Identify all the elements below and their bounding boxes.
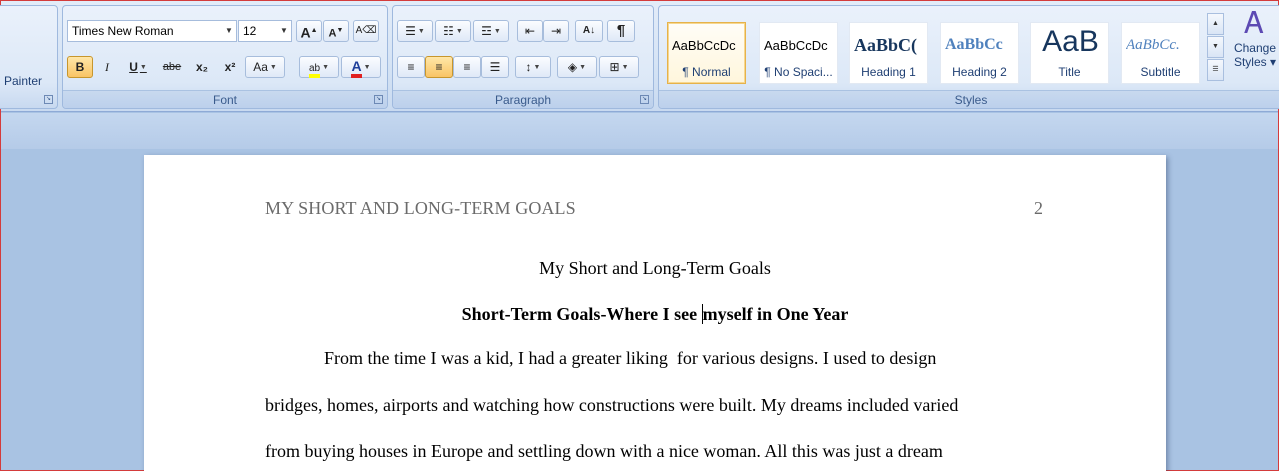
bold-button[interactable]: B bbox=[67, 56, 93, 78]
style-heading-1[interactable]: AaBbC( Heading 1 bbox=[849, 22, 928, 84]
styles-group-label: Styles bbox=[659, 90, 1279, 108]
paragraph-line-1: From the time I was a kid, I had a great… bbox=[324, 348, 937, 368]
font-size-dropdown-icon[interactable]: ▼ bbox=[277, 21, 291, 41]
styles-group: AaBbCcDc ¶ Normal AaBbCcDc ¶ No Spaci...… bbox=[658, 5, 1279, 109]
borders-button[interactable]: ⊞ ▼ bbox=[599, 56, 639, 78]
font-group: Times New Roman ▼ 12 ▼ A▲ A▼ A⌫ B I U ▼ a… bbox=[62, 5, 388, 109]
paragraph-line-2: bridges, homes, airports and watching ho… bbox=[265, 395, 959, 415]
style-no-spacing-preview: AaBbCcDc bbox=[764, 38, 828, 53]
change-styles-label-1: Change bbox=[1233, 41, 1277, 55]
font-color-dropdown-icon[interactable]: ▼ bbox=[364, 64, 371, 71]
font-group-label: Font bbox=[63, 90, 387, 108]
page-number: 2 bbox=[1034, 198, 1043, 218]
styles-scroll-up-icon[interactable]: ▲ bbox=[1207, 13, 1224, 35]
align-center-icon[interactable]: ≡ bbox=[425, 56, 453, 78]
paragraph-line-3: from buying houses in Europe and settlin… bbox=[265, 441, 943, 461]
bullets-button[interactable]: ☰ ▼ bbox=[397, 20, 433, 42]
justify-icon[interactable]: ☰ bbox=[481, 56, 509, 78]
styles-scroll: ▲ ▼ ☰ bbox=[1207, 13, 1224, 83]
font-launcher-icon[interactable]: ↘ bbox=[374, 95, 383, 104]
underline-button[interactable]: U ▼ bbox=[121, 56, 155, 78]
style-subtitle-preview: AaBbCc. bbox=[1126, 37, 1180, 53]
style-normal-name: ¶ Normal bbox=[682, 65, 731, 79]
style-subtitle-name: Subtitle bbox=[1140, 65, 1181, 79]
numbering-dropdown-icon[interactable]: ▼ bbox=[456, 28, 463, 35]
style-heading-2-preview: AaBbCc bbox=[945, 36, 1003, 53]
style-normal[interactable]: AaBbCcDc ¶ Normal bbox=[667, 22, 746, 84]
subscript-button[interactable]: x₂ bbox=[189, 56, 215, 78]
style-no-spacing[interactable]: AaBbCcDc ¶ No Spaci... bbox=[759, 22, 838, 84]
heading-text-before-caret: Short-Term Goals-Where I see bbox=[461, 304, 702, 324]
change-styles-label-2: Styles ▾ bbox=[1233, 55, 1277, 69]
change-styles-icon: Ꭺ bbox=[1244, 7, 1266, 40]
paragraph-group-label: Paragraph bbox=[393, 90, 653, 108]
ribbon: Painter ↘ Times New Roman ▼ 12 ▼ A▲ A▼ A… bbox=[0, 1, 1279, 112]
font-color-icon: A bbox=[351, 58, 362, 78]
highlight-icon: ab bbox=[308, 63, 321, 78]
document-title: My Short and Long-Term Goals bbox=[539, 258, 771, 278]
clipboard-group: Painter ↘ bbox=[0, 5, 58, 109]
style-heading-1-preview: AaBbC( bbox=[854, 35, 918, 55]
show-formatting-button[interactable]: ¶ bbox=[607, 20, 635, 42]
clipboard-launcher-icon[interactable]: ↘ bbox=[44, 95, 53, 104]
style-subtitle[interactable]: AaBbCc. Subtitle bbox=[1121, 22, 1200, 84]
shading-dropdown-icon[interactable]: ▼ bbox=[579, 64, 586, 71]
shrink-font-button[interactable]: A▼ bbox=[323, 20, 349, 42]
font-size-value: 12 bbox=[243, 24, 257, 38]
style-title-preview: AaB bbox=[1042, 25, 1099, 55]
ruler-band bbox=[1, 113, 1278, 149]
numbering-button[interactable]: ☷ ▼ bbox=[435, 20, 471, 42]
heading-text-after-caret: myself in One Year bbox=[702, 304, 849, 324]
font-name-dropdown-icon[interactable]: ▼ bbox=[222, 21, 236, 41]
superscript-button[interactable]: x² bbox=[217, 56, 243, 78]
styles-more-icon[interactable]: ☰ bbox=[1207, 59, 1224, 81]
running-head: MY SHORT AND LONG-TERM GOALS bbox=[265, 198, 576, 218]
sort-button[interactable]: A↓ bbox=[575, 20, 603, 42]
line-spacing-dropdown-icon[interactable]: ▼ bbox=[534, 64, 541, 71]
align-left-icon[interactable]: ≡ bbox=[397, 56, 425, 78]
clear-formatting-icon[interactable]: A⌫ bbox=[353, 20, 379, 42]
highlight-dropdown-icon[interactable]: ▼ bbox=[322, 64, 329, 71]
borders-dropdown-icon[interactable]: ▼ bbox=[622, 64, 629, 71]
align-right-icon[interactable]: ≡ bbox=[453, 56, 481, 78]
style-heading-2-name: Heading 2 bbox=[952, 65, 1007, 79]
font-size-combo[interactable]: 12 ▼ bbox=[238, 20, 292, 42]
font-color-button[interactable]: A ▼ bbox=[341, 56, 381, 78]
style-heading-2[interactable]: AaBbCc Heading 2 bbox=[940, 22, 1019, 84]
multilevel-dropdown-icon[interactable]: ▼ bbox=[494, 28, 501, 35]
change-case-button[interactable]: Aa ▼ bbox=[245, 56, 285, 78]
shading-button[interactable]: ◈ ▼ bbox=[557, 56, 597, 78]
paragraph-launcher-icon[interactable]: ↘ bbox=[640, 95, 649, 104]
style-normal-preview: AaBbCcDc bbox=[672, 38, 736, 53]
highlight-color-button[interactable]: ab ▼ bbox=[299, 56, 339, 78]
style-no-spacing-name: ¶ No Spaci... bbox=[764, 65, 833, 79]
format-painter-label[interactable]: Painter bbox=[4, 74, 42, 88]
style-title[interactable]: AaB Title bbox=[1030, 22, 1109, 84]
font-name-value: Times New Roman bbox=[72, 24, 174, 38]
strikethrough-button[interactable]: abe bbox=[157, 56, 187, 78]
font-name-combo[interactable]: Times New Roman ▼ bbox=[67, 20, 237, 42]
change-case-dropdown-icon[interactable]: ▼ bbox=[270, 64, 277, 71]
line-spacing-button[interactable]: ↕ ▼ bbox=[515, 56, 551, 78]
multilevel-list-button[interactable]: ☲ ▼ bbox=[473, 20, 509, 42]
paragraph-group: ☰ ▼ ☷ ▼ ☲ ▼ ⇤ ⇥ A↓ ¶ ≡ ≡ ≡ ☰ ↕ ▼ ◈ ▼ ⊞ ▼ Parag… bbox=[392, 5, 654, 109]
grow-font-button[interactable]: A▲ bbox=[296, 20, 322, 42]
italic-button[interactable]: I bbox=[95, 56, 119, 78]
underline-dropdown-icon[interactable]: ▼ bbox=[140, 64, 147, 71]
decrease-indent-icon[interactable]: ⇤ bbox=[517, 20, 543, 42]
section-heading: Short-Term Goals-Where I see myself in O… bbox=[144, 304, 1166, 325]
style-heading-1-name: Heading 1 bbox=[861, 65, 916, 79]
bullets-dropdown-icon[interactable]: ▼ bbox=[418, 28, 425, 35]
style-title-name: Title bbox=[1058, 65, 1081, 79]
styles-scroll-down-icon[interactable]: ▼ bbox=[1207, 36, 1224, 58]
increase-indent-icon[interactable]: ⇥ bbox=[543, 20, 569, 42]
change-styles-button[interactable]: Ꭺ Change Styles ▾ bbox=[1227, 7, 1279, 91]
document-page[interactable]: MY SHORT AND LONG-TERM GOALS 2 My Short … bbox=[144, 155, 1166, 471]
